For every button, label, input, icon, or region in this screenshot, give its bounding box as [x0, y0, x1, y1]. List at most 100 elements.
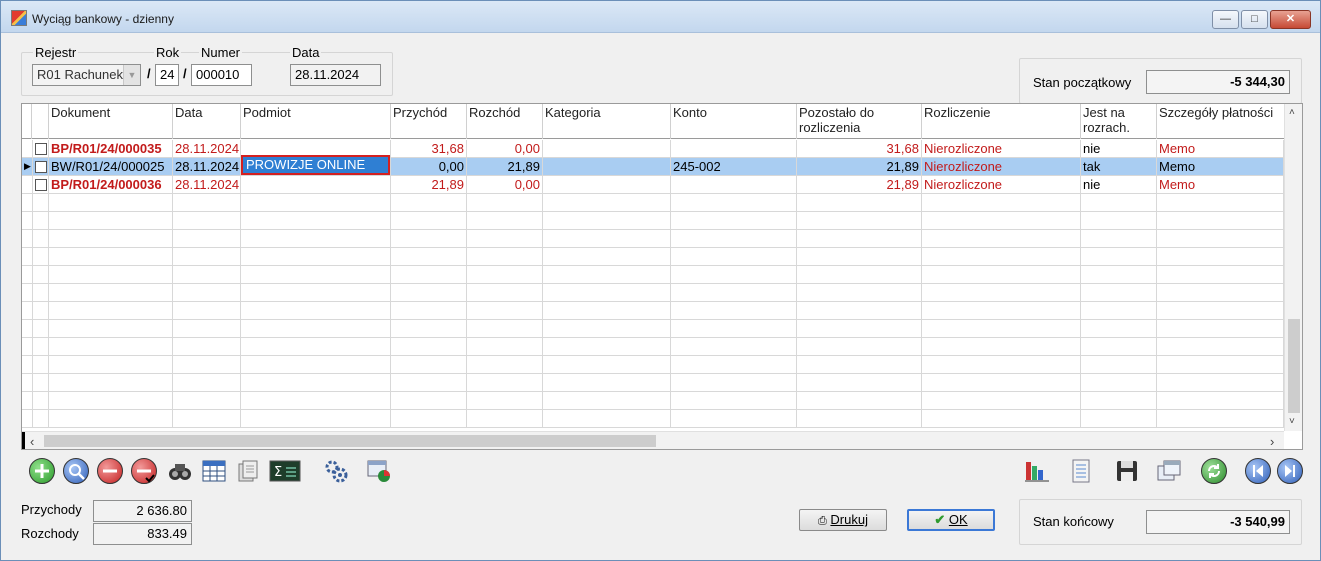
- cell-przychod[interactable]: [391, 410, 467, 428]
- row-checkbox[interactable]: [35, 143, 47, 155]
- cell-rozliczenie[interactable]: [922, 284, 1081, 302]
- cell-podmiot[interactable]: [241, 230, 391, 248]
- print-button[interactable]: ⎙ Drukuj: [799, 509, 887, 531]
- rok-field[interactable]: 24: [155, 64, 179, 86]
- cell-kategoria[interactable]: [543, 140, 671, 158]
- cell-rozliczenie[interactable]: [922, 410, 1081, 428]
- table-row[interactable]: [22, 248, 1284, 266]
- window-chart-icon[interactable]: [366, 458, 392, 484]
- cell-jest-na[interactable]: [1081, 410, 1157, 428]
- cell-data[interactable]: 28.11.2024: [173, 176, 241, 194]
- cell-kategoria[interactable]: [543, 320, 671, 338]
- cell-przychod[interactable]: [391, 284, 467, 302]
- header-szczegoly[interactable]: Szczegóły płatności: [1157, 104, 1284, 139]
- cell-pozostalo[interactable]: [797, 320, 922, 338]
- cell-rozchod[interactable]: [467, 338, 543, 356]
- cell-podmiot[interactable]: [241, 338, 391, 356]
- cell-pozostalo[interactable]: [797, 338, 922, 356]
- cell-data[interactable]: [173, 194, 241, 212]
- table-row[interactable]: [22, 302, 1284, 320]
- cell-konto[interactable]: 245-002: [671, 158, 797, 176]
- cell-podmiot[interactable]: [241, 320, 391, 338]
- search-binoculars-icon[interactable]: [167, 458, 193, 484]
- cell-rozchod[interactable]: [467, 392, 543, 410]
- cell-jest-na[interactable]: [1081, 302, 1157, 320]
- preview-icon[interactable]: [63, 458, 89, 484]
- delete-icon[interactable]: [97, 458, 123, 484]
- cell-pozostalo[interactable]: [797, 230, 922, 248]
- settings-gears-icon[interactable]: [323, 458, 349, 484]
- cell-data[interactable]: [173, 320, 241, 338]
- header-rozchod[interactable]: Rozchód: [467, 104, 543, 139]
- cell-konto[interactable]: [671, 320, 797, 338]
- windows-icon[interactable]: [1156, 458, 1182, 484]
- cell-jest-na[interactable]: nie: [1081, 140, 1157, 158]
- next-icon[interactable]: [1277, 458, 1303, 484]
- delete-confirm-icon[interactable]: [131, 458, 157, 484]
- cell-jest-na[interactable]: [1081, 320, 1157, 338]
- cell-data[interactable]: [173, 356, 241, 374]
- cell-konto[interactable]: [671, 338, 797, 356]
- cell-podmiot[interactable]: [241, 284, 391, 302]
- cell-rozchod[interactable]: 21,89: [467, 158, 543, 176]
- cell-rozliczenie[interactable]: [922, 320, 1081, 338]
- cell-dokument[interactable]: [49, 194, 173, 212]
- cell-konto[interactable]: [671, 140, 797, 158]
- header-podmiot[interactable]: Podmiot: [241, 104, 391, 139]
- cell-konto[interactable]: [671, 176, 797, 194]
- cell-przychod[interactable]: 31,68: [391, 140, 467, 158]
- cell-rozliczenie[interactable]: [922, 248, 1081, 266]
- cell-dokument[interactable]: [49, 392, 173, 410]
- cell-pozostalo[interactable]: [797, 212, 922, 230]
- cell-przychod[interactable]: [391, 302, 467, 320]
- add-icon[interactable]: [29, 458, 55, 484]
- table-row[interactable]: [22, 194, 1284, 212]
- header-konto[interactable]: Konto: [671, 104, 797, 139]
- cell-rozliczenie[interactable]: [922, 194, 1081, 212]
- cell-rozchod[interactable]: [467, 248, 543, 266]
- cell-szczegoly[interactable]: [1157, 302, 1284, 320]
- cell-przychod[interactable]: [391, 266, 467, 284]
- cell-szczegoly[interactable]: [1157, 392, 1284, 410]
- cell-szczegoly[interactable]: [1157, 266, 1284, 284]
- cell-podmiot[interactable]: [241, 176, 391, 194]
- save-icon[interactable]: [1114, 458, 1140, 484]
- header-przychod[interactable]: Przychód: [391, 104, 467, 139]
- cell-jest-na[interactable]: [1081, 374, 1157, 392]
- table-icon[interactable]: [201, 458, 227, 484]
- cell-kategoria[interactable]: [543, 410, 671, 428]
- cell-konto[interactable]: [671, 410, 797, 428]
- cell-pozostalo[interactable]: [797, 410, 922, 428]
- refresh-icon[interactable]: [1201, 458, 1227, 484]
- cell-szczegoly[interactable]: [1157, 230, 1284, 248]
- cell-data[interactable]: 28.11.2024: [173, 140, 241, 158]
- cell-kategoria[interactable]: [543, 302, 671, 320]
- cell-podmiot[interactable]: [241, 266, 391, 284]
- cell-podmiot[interactable]: [241, 392, 391, 410]
- cell-szczegoly[interactable]: Memo: [1157, 140, 1284, 158]
- chart-icon[interactable]: [1024, 458, 1050, 484]
- cell-rozliczenie[interactable]: Nierozliczone: [922, 140, 1081, 158]
- cell-pozostalo[interactable]: [797, 284, 922, 302]
- cell-data[interactable]: [173, 302, 241, 320]
- cell-rozliczenie[interactable]: [922, 374, 1081, 392]
- cell-dokument[interactable]: [49, 230, 173, 248]
- cell-rozliczenie[interactable]: Nierozliczone: [922, 158, 1081, 176]
- minimize-button[interactable]: —: [1212, 10, 1239, 29]
- cell-dokument[interactable]: [49, 338, 173, 356]
- cell-kategoria[interactable]: [543, 230, 671, 248]
- cell-kategoria[interactable]: [543, 338, 671, 356]
- cell-rozchod[interactable]: [467, 194, 543, 212]
- cell-podmiot[interactable]: [241, 302, 391, 320]
- cell-pozostalo[interactable]: [797, 302, 922, 320]
- table-row[interactable]: [22, 230, 1284, 248]
- cell-data[interactable]: [173, 230, 241, 248]
- cell-jest-na[interactable]: [1081, 266, 1157, 284]
- cell-szczegoly[interactable]: [1157, 356, 1284, 374]
- cell-przychod[interactable]: [391, 338, 467, 356]
- scroll-right-icon[interactable]: ›: [1270, 434, 1274, 449]
- cell-rozchod[interactable]: 0,00: [467, 176, 543, 194]
- cell-przychod[interactable]: 21,89: [391, 176, 467, 194]
- cell-szczegoly[interactable]: Memo: [1157, 176, 1284, 194]
- cell-kategoria[interactable]: [543, 158, 671, 176]
